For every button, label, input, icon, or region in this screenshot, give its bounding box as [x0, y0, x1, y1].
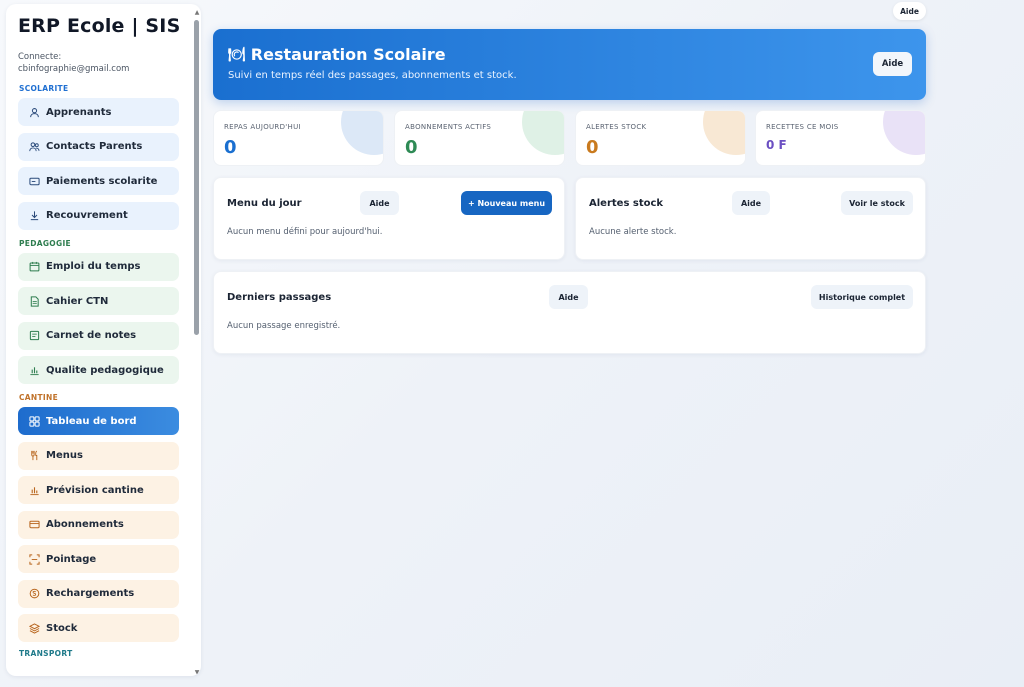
kpi-value: 0 [224, 137, 237, 158]
history-button[interactable]: Historique complet [811, 285, 913, 309]
user-icon [28, 106, 40, 118]
connected-label: Connecte: [18, 52, 62, 62]
section-scolarite: SCOLARITE [19, 84, 69, 93]
nav-carnet-de-notes[interactable]: Carnet de notes [18, 321, 179, 350]
scrollbar-thumb[interactable] [194, 20, 199, 335]
new-menu-button[interactable]: + Nouveau menu [461, 191, 552, 215]
banner-help-button[interactable]: Aide [873, 52, 912, 76]
top-help-button[interactable]: Aide [893, 2, 926, 20]
kpi-decor-circle [883, 111, 925, 155]
nav-label: Apprenants [46, 106, 112, 118]
page-subtitle: Suivi en temps réel des passages, abonne… [228, 70, 517, 81]
users-icon [28, 141, 40, 153]
empty-message: Aucune alerte stock. [589, 227, 677, 237]
kpi-alertes: ALERTES STOCK 0 [575, 110, 746, 166]
nav-emploi-du-temps[interactable]: Emploi du temps [18, 252, 179, 281]
menu-help-button[interactable]: Aide [360, 191, 399, 215]
nav-abonnements[interactable]: Abonnements [18, 510, 179, 539]
stock-help-button[interactable]: Aide [732, 191, 770, 215]
nav-cahier-ctn[interactable]: Cahier CTN [18, 287, 179, 315]
page-title: 🍽 Restauration Scolaire [228, 45, 911, 64]
kpi-label: ALERTES STOCK [586, 123, 647, 131]
download-icon [28, 210, 40, 222]
kpi-decor-circle [703, 111, 745, 155]
scroll-up-arrow-icon[interactable]: ▲ [194, 10, 200, 16]
nav-label: Recouvrement [46, 210, 128, 221]
menu-du-jour-card: Menu du jour Aide + Nouveau menu Aucun m… [213, 177, 565, 260]
nav-label: Tableau de bord [46, 415, 137, 427]
nav-label: Abonnements [46, 519, 124, 530]
nav-label: Pointage [46, 553, 97, 565]
kpi-repas: REPAS AUJOURD'HUI 0 [213, 110, 384, 166]
empty-message: Aucun menu défini pour aujourd'hui. [227, 227, 383, 237]
nav-label: Carnet de notes [46, 330, 137, 341]
dashboard-icon [28, 415, 40, 427]
nav-label: Paiements scolarite [46, 175, 158, 187]
kpi-label: ABONNEMENTS ACTIFS [405, 123, 492, 131]
kpi-label: REPAS AUJOURD'HUI [224, 123, 301, 131]
view-stock-button[interactable]: Voir le stock [841, 191, 913, 215]
nav-pointage[interactable]: Pointage [18, 545, 179, 573]
alertes-stock-card: Alertes stock Aide Voir le stock Aucune … [575, 177, 926, 260]
kpi-value: 0 F [766, 138, 787, 152]
nav-recouvrement[interactable]: Recouvrement [18, 201, 179, 230]
nav-tableau-de-bord[interactable]: Tableau de bord [18, 407, 179, 435]
scan-icon [28, 553, 40, 565]
card-title: Menu du jour [227, 198, 302, 209]
layers-icon [28, 622, 40, 634]
coin-icon [28, 588, 40, 600]
credit-card-icon [28, 175, 40, 187]
kpi-label: RECETTES CE MOIS [766, 123, 839, 131]
nav-label: Contacts Parents [46, 141, 143, 152]
section-pedagogie: PEDAGOGIE [19, 238, 71, 248]
nav-contacts-parents[interactable]: Contacts Parents [18, 132, 179, 161]
page-banner: 🍽 Restauration Scolaire Suivi en temps r… [213, 29, 926, 100]
kpi-abonnements: ABONNEMENTS ACTIFS 0 [394, 110, 565, 166]
nav-qualite-pedagogique[interactable]: Qualite pedagogique [18, 356, 179, 384]
nav-paiements-scolarite[interactable]: Paiements scolarite [18, 167, 179, 195]
bar-chart-icon [28, 484, 40, 496]
card-title: Alertes stock [589, 198, 664, 209]
nav-label: Emploi du temps [46, 261, 141, 272]
notes-icon [28, 330, 40, 342]
connected-email: cbinfographie@gmail.com [18, 64, 130, 74]
nav-label: Prévision cantine [46, 484, 144, 496]
card-title: Derniers passages [227, 292, 332, 303]
utensils-icon [28, 450, 40, 462]
kpi-value: 0 [586, 137, 599, 158]
card-icon [28, 519, 40, 531]
nav-apprenants[interactable]: Apprenants [18, 98, 179, 126]
passages-help-button[interactable]: Aide [549, 285, 588, 309]
nav-label: Rechargements [46, 588, 135, 599]
kpi-decor-circle [341, 111, 383, 155]
nav-label: Cahier CTN [46, 295, 109, 307]
sidebar: ERP Ecole | SIS Connecte: cbinfographie@… [6, 4, 201, 676]
nav-rechargements[interactable]: Rechargements [18, 579, 179, 608]
restaurant-icon: 🍽 [228, 46, 246, 63]
document-icon [28, 295, 40, 307]
app-title: ERP Ecole | SIS [18, 15, 181, 37]
nav-menus[interactable]: Menus [18, 441, 179, 470]
scroll-down-arrow-icon[interactable]: ▼ [194, 670, 200, 676]
nav-label: Stock [46, 622, 78, 634]
section-cantine: CANTINE [19, 393, 58, 402]
connected-info: Connecte: cbinfographie@gmail.com [18, 51, 192, 75]
section-transport: TRANSPORT [19, 649, 73, 658]
bar-chart-icon [28, 364, 40, 376]
nav-stock[interactable]: Stock [18, 614, 179, 642]
derniers-passages-card: Derniers passages Aide Historique comple… [213, 271, 926, 354]
calendar-icon [28, 261, 40, 273]
empty-message: Aucun passage enregistré. [227, 321, 341, 331]
sidebar-scrollbar[interactable]: ▲ ▼ [194, 10, 200, 676]
kpi-decor-circle [522, 111, 564, 155]
page-title-text: Restauration Scolaire [250, 45, 446, 64]
nav-label: Qualite pedagogique [46, 364, 164, 376]
nav-prevision-cantine[interactable]: Prévision cantine [18, 476, 179, 504]
kpi-recettes: RECETTES CE MOIS 0 F [755, 110, 926, 166]
nav-label: Menus [46, 450, 83, 461]
kpi-value: 0 [405, 137, 418, 158]
